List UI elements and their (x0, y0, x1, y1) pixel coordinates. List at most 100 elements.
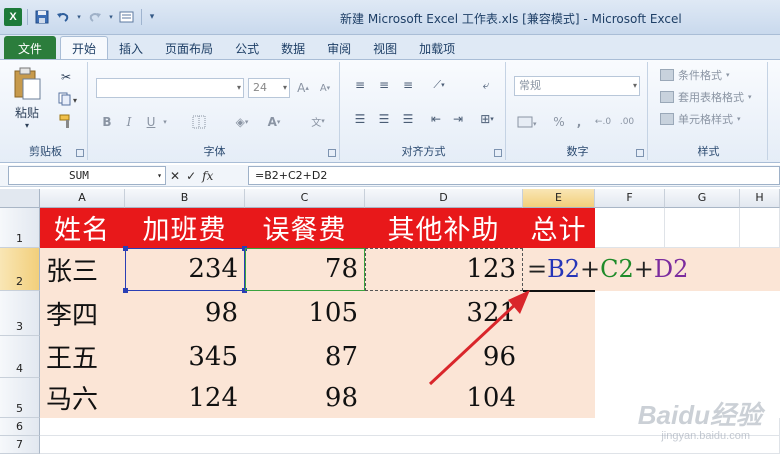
cell-meal[interactable]: 98 (245, 378, 365, 418)
editing-formula-cell[interactable]: = B2 + C2 + D2 (523, 248, 780, 291)
enter-icon[interactable]: ✓ (186, 169, 196, 183)
row-header-6[interactable]: 6 (0, 418, 40, 436)
number-launcher-icon[interactable] (636, 149, 644, 157)
header-cell-total[interactable]: 总计 (523, 208, 595, 248)
row-header-1[interactable]: 1 (0, 208, 40, 248)
header-cell-overtime[interactable]: 加班费 (125, 208, 245, 248)
row-header-7[interactable]: 7 (0, 436, 40, 454)
cell-meal[interactable]: 105 (245, 291, 365, 336)
name-box[interactable]: SUM ▾ (8, 166, 166, 185)
borders-icon[interactable] (188, 112, 210, 132)
italic-button[interactable]: I (120, 112, 138, 132)
row-header-5[interactable]: 5 (0, 378, 40, 418)
align-left-icon[interactable]: ☰ (350, 110, 370, 128)
tab-addins[interactable]: 加载项 (408, 36, 466, 60)
align-top-icon[interactable]: ≡ (350, 76, 370, 94)
increase-indent-icon[interactable]: ⇥ (448, 110, 468, 128)
row-header-2[interactable]: 2 (0, 248, 40, 291)
tab-insert[interactable]: 插入 (108, 36, 154, 60)
ref-b2-handle[interactable] (242, 288, 247, 293)
ref-b2-handle[interactable] (123, 246, 128, 251)
merge-center-icon[interactable]: ⊞ ▾ (474, 110, 500, 128)
align-right-icon[interactable]: ☰ (398, 110, 418, 128)
undo-icon[interactable] (54, 8, 72, 26)
tab-page-layout[interactable]: 页面布局 (154, 36, 224, 60)
increase-decimal-icon[interactable]: ←.0 (592, 112, 614, 132)
excel-logo-icon[interactable]: X (4, 8, 22, 26)
column-header-g[interactable]: G (665, 189, 740, 208)
copy-icon[interactable]: ▾ (56, 90, 82, 108)
format-as-table-button[interactable]: 套用表格格式 ▾ (660, 88, 752, 106)
header-cell-meal[interactable]: 误餐费 (245, 208, 365, 248)
align-bottom-icon[interactable]: ≡ (398, 76, 418, 94)
select-all-corner[interactable] (0, 189, 40, 208)
paste-icon[interactable] (10, 66, 44, 102)
cell-meal[interactable]: 87 (245, 336, 365, 378)
tab-review[interactable]: 审阅 (316, 36, 362, 60)
row-header-4[interactable]: 4 (0, 336, 40, 378)
cell-styles-button[interactable]: 单元格样式 ▾ (660, 110, 741, 128)
tab-file[interactable]: 文件 (4, 36, 57, 60)
print-preview-icon[interactable] (118, 8, 136, 26)
column-header-b[interactable]: B (125, 189, 245, 208)
paste-button[interactable]: 粘贴 (10, 104, 44, 120)
column-header-a[interactable]: A (40, 189, 125, 208)
increase-font-icon[interactable]: A ▴ (294, 78, 312, 98)
column-header-e[interactable]: E (523, 189, 595, 208)
font-launcher-icon[interactable] (328, 149, 336, 157)
cell-f1[interactable] (595, 208, 665, 248)
tab-view[interactable]: 视图 (362, 36, 408, 60)
cell-meal[interactable]: 78 (245, 248, 365, 291)
header-cell-other[interactable]: 其他补助 (365, 208, 523, 248)
cell-name[interactable]: 李四 (40, 291, 125, 336)
cell-overtime[interactable]: 345 (125, 336, 245, 378)
cell-h1[interactable] (740, 208, 780, 248)
ref-b2-handle[interactable] (242, 246, 247, 251)
column-header-h[interactable]: H (740, 189, 780, 208)
cell-overtime[interactable]: 98 (125, 291, 245, 336)
align-middle-icon[interactable]: ≡ (374, 76, 394, 94)
paste-dropdown-icon[interactable]: ▾ (20, 120, 34, 130)
phonetic-icon[interactable]: 文 ▾ (304, 108, 332, 134)
cell-overtime[interactable]: 234 (125, 248, 245, 291)
align-center-icon[interactable]: ☰ (374, 110, 394, 128)
clipboard-launcher-icon[interactable] (76, 149, 84, 157)
formula-input[interactable]: =B2+C2+D2 (248, 166, 780, 185)
cell-overtime[interactable]: 124 (125, 378, 245, 418)
percent-button[interactable]: % (550, 112, 568, 132)
decrease-font-icon[interactable]: A ▾ (316, 78, 334, 98)
number-format-select[interactable]: 常规 ▾ (514, 76, 640, 96)
format-painter-icon[interactable] (56, 112, 76, 130)
conditional-format-button[interactable]: 条件格式 ▾ (660, 66, 730, 84)
tab-home[interactable]: 开始 (60, 36, 109, 60)
cut-icon[interactable]: ✂ (56, 68, 76, 86)
fill-color-icon[interactable]: ◈ ▾ (230, 112, 254, 132)
cell-name[interactable]: 张三 (40, 248, 125, 291)
cell-g1[interactable] (665, 208, 740, 248)
underline-dropdown-icon[interactable]: ▾ (160, 112, 170, 132)
undo-dropdown-icon[interactable]: ▾ (75, 8, 83, 26)
column-header-f[interactable]: F (595, 189, 665, 208)
cancel-icon[interactable]: ✕ (170, 169, 180, 183)
font-color-icon[interactable]: A ▾ (262, 112, 286, 132)
comma-style-icon[interactable]: , (570, 112, 588, 132)
underline-button[interactable]: U (142, 112, 160, 132)
tab-data[interactable]: 数据 (270, 36, 316, 60)
save-icon[interactable] (33, 8, 51, 26)
insert-function-icon[interactable]: fx (202, 169, 213, 183)
row-header-3[interactable]: 3 (0, 291, 40, 336)
decrease-indent-icon[interactable]: ⇤ (426, 110, 446, 128)
redo-icon[interactable] (86, 8, 104, 26)
name-box-dropdown-icon[interactable]: ▾ (157, 167, 162, 184)
orientation-icon[interactable]: ⟋ ▾ (426, 76, 452, 94)
cell-name[interactable]: 马六 (40, 378, 125, 418)
alignment-launcher-icon[interactable] (494, 149, 502, 157)
redo-dropdown-icon[interactable]: ▾ (107, 8, 115, 26)
ref-b2-handle[interactable] (123, 288, 128, 293)
customize-icon[interactable]: ▾ (147, 8, 157, 26)
column-header-d[interactable]: D (365, 189, 523, 208)
bold-button[interactable]: B (98, 112, 116, 132)
decrease-decimal-icon[interactable]: .00 (616, 112, 638, 132)
column-header-c[interactable]: C (245, 189, 365, 208)
font-name-select[interactable]: ▾ (96, 78, 244, 98)
